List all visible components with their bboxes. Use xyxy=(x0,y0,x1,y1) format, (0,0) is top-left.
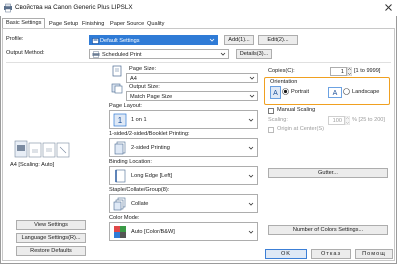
close-icon[interactable] xyxy=(383,2,394,13)
restore-defaults-button[interactable]: Restore Defaults xyxy=(16,246,86,256)
portrait-page-icon: A xyxy=(270,86,281,99)
output-size-label: Output Size: xyxy=(129,84,160,90)
chevron-down-icon xyxy=(249,94,255,98)
edit-profile-button[interactable]: Edit(2)... xyxy=(258,35,298,45)
profile-label: Profile: xyxy=(6,36,24,42)
landscape-label: Landscape xyxy=(352,89,380,95)
svg-text:1: 1 xyxy=(118,116,123,125)
origin-center-checkbox[interactable] xyxy=(268,127,274,133)
window-title: Свойства на Canon Generic Plus LIPSLX xyxy=(15,4,133,11)
sided-printing-value: 2-sided Printing xyxy=(131,145,170,151)
origin-center-label: Origin at Center(S) xyxy=(277,126,324,132)
two-sided-icon xyxy=(114,141,126,155)
copies-input[interactable]: 1 xyxy=(330,67,347,76)
language-settings-button[interactable]: Language Settings(R)... xyxy=(16,233,86,243)
output-method-label: Output Method: xyxy=(6,50,45,56)
sided-printing-select[interactable]: 2-sided Printing xyxy=(109,138,258,157)
scheduled-print-icon xyxy=(92,51,100,58)
chevron-down-icon xyxy=(248,202,254,206)
copies-label: Copies(C): xyxy=(268,68,295,74)
staple-collate-label: Staple/Collate/Group(8): xyxy=(109,187,170,193)
page-size-select[interactable]: A4 xyxy=(126,73,258,83)
landscape-radio[interactable] xyxy=(343,88,350,95)
sided-printing-label: 1-sided/2-sided/Booklet Printing: xyxy=(109,131,190,137)
profile-select[interactable]: Default Settings xyxy=(89,35,218,45)
help-button[interactable]: Помощ xyxy=(355,249,393,259)
title-bar: Свойства на Canon Generic Plus LIPSLX xyxy=(0,0,397,16)
chevron-down-icon xyxy=(248,146,254,150)
gutter-button[interactable]: Gutter... xyxy=(268,168,388,178)
chevron-down-icon xyxy=(248,174,254,178)
details-button[interactable]: Details(3)... xyxy=(236,49,272,59)
collate-icon xyxy=(113,197,126,211)
copies-value: 1 xyxy=(340,69,344,75)
chevron-down-icon xyxy=(248,118,254,122)
color-mode-label: Color Mode: xyxy=(109,215,140,221)
page-size-value: A4 xyxy=(130,75,137,82)
scaling-range: % [25 to 200] xyxy=(352,117,385,123)
printer-icon xyxy=(4,3,12,13)
staple-collate-value: Collate xyxy=(131,201,149,207)
color-mode-select[interactable]: Auto [Color/B&W] xyxy=(109,222,258,241)
cancel-button[interactable]: Отказ xyxy=(311,249,351,259)
chevron-down-icon xyxy=(220,52,226,56)
portrait-label: Portrait xyxy=(291,89,310,95)
binding-left-icon xyxy=(115,169,126,183)
orientation-label: Orientation xyxy=(270,79,298,85)
divider xyxy=(6,62,391,63)
manual-scaling-checkbox[interactable] xyxy=(268,108,274,114)
page-layout-select[interactable]: 1 1 on 1 xyxy=(109,110,258,129)
svg-text:A: A xyxy=(273,90,278,97)
landscape-page-icon: A xyxy=(328,87,342,98)
output-method-select[interactable]: Scheduled Print xyxy=(89,49,229,59)
copies-spinner-icon[interactable] xyxy=(347,67,352,76)
staple-collate-select[interactable]: Collate xyxy=(109,194,258,213)
scaling-value: 100 xyxy=(332,118,342,124)
view-settings-button[interactable]: View Settings xyxy=(16,220,86,230)
profile-value: Default Settings xyxy=(100,37,140,44)
number-of-colors-button[interactable]: Number of Colors Settings... xyxy=(268,225,388,235)
add-profile-button[interactable]: Add(1)... xyxy=(224,35,254,45)
output-method-value: Scheduled Print xyxy=(102,51,142,58)
preview-caption: A4 [Scaling: Auto] xyxy=(10,162,55,168)
copies-range: [1 to 9999] xyxy=(354,68,381,74)
page-layout-value: 1 on 1 xyxy=(131,117,147,123)
scaling-input[interactable]: 100 xyxy=(328,116,345,125)
color-mode-icon xyxy=(114,226,126,238)
output-size-select[interactable]: Match Page Size xyxy=(126,91,258,101)
output-size-value: Match Page Size xyxy=(130,93,173,100)
one-on-one-icon: 1 xyxy=(113,113,127,127)
chevron-down-icon xyxy=(248,230,254,234)
page-size-label: Page Size: xyxy=(129,66,157,72)
scaling-label: Scaling: xyxy=(268,117,288,123)
ok-button[interactable]: OK xyxy=(265,249,307,259)
page-size-icon xyxy=(112,65,122,77)
color-mode-value: Auto [Color/B&W] xyxy=(131,229,175,235)
svg-text:A: A xyxy=(333,90,338,97)
scaling-spinner-icon[interactable] xyxy=(345,116,350,125)
page-preview xyxy=(14,137,70,160)
portrait-radio[interactable] xyxy=(282,88,289,95)
binding-location-value: Long Edge [Left] xyxy=(131,173,173,179)
chevron-down-icon xyxy=(249,76,255,80)
binding-location-label: Binding Location: xyxy=(109,159,152,165)
profile-icon xyxy=(92,37,99,44)
preview-pages-icon xyxy=(14,140,70,158)
output-size-icon xyxy=(111,83,123,94)
binding-location-select[interactable]: Long Edge [Left] xyxy=(109,166,258,185)
chevron-down-icon xyxy=(209,38,215,42)
manual-scaling-label: Manual Scaling xyxy=(277,107,316,113)
page-layout-label: Page Layout: xyxy=(109,103,142,109)
